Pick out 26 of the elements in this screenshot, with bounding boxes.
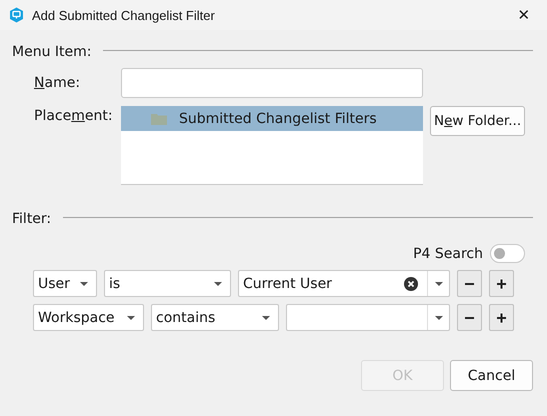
toggle-switch[interactable] [490,244,525,263]
operator-dropdown[interactable]: contains [151,304,279,331]
window-title: Add Submitted Changelist Filter [32,8,215,22]
placement-label: Placement: [33,107,114,124]
add-button[interactable]: + [489,304,514,331]
toggle-label: P4 Search [413,246,483,262]
item-label: Submitted Changelist Filters [179,110,377,126]
list-item[interactable]: Submitted Changelist Filters [121,106,423,131]
section-heading: Menu Item: [12,44,92,60]
add-button[interactable]: + [489,270,514,297]
name-label: Name: [33,75,82,91]
name-field[interactable] [121,68,423,98]
field-dropdown[interactable]: User [33,270,97,297]
field-dropdown[interactable]: Workspace [33,304,144,331]
new-folder-button[interactable]: New Folder... [430,106,526,136]
value-combobox[interactable]: Current User [238,270,450,297]
folder-icon [151,112,167,124]
section-heading: Filter: [12,211,52,227]
cancel-button[interactable]: Cancel [450,360,533,391]
remove-button[interactable]: − [457,304,482,331]
app-icon [9,7,24,23]
clear-icon[interactable] [404,276,418,290]
value-combobox[interactable] [286,304,450,331]
close-button[interactable]: ✕ [501,0,547,30]
remove-button[interactable]: − [457,270,482,297]
operator-dropdown[interactable]: is [104,270,231,297]
